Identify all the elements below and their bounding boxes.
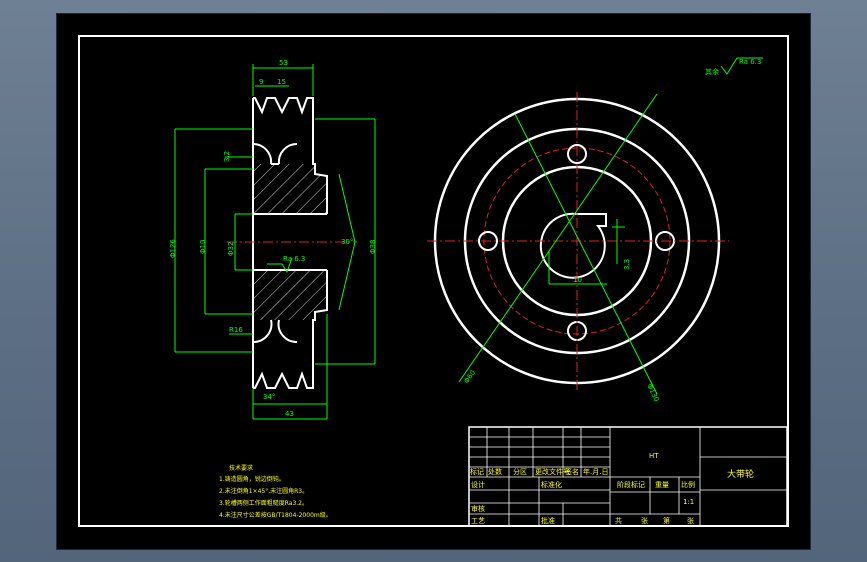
dim-hub-diameter: Φ38 bbox=[369, 240, 377, 254]
section-view: 53 9 15 3.2 Φ126 Φ10 Φ32 30° Φ38 R16 34°… bbox=[169, 59, 377, 420]
tb-process: 工艺 bbox=[471, 517, 485, 525]
groove-arc-3 bbox=[252, 319, 273, 344]
groove-arc-2 bbox=[277, 142, 298, 165]
groove-arc-1 bbox=[252, 142, 273, 165]
tb-approve: 批准 bbox=[541, 516, 555, 525]
dim-hole-circle: Φ60 bbox=[462, 369, 477, 385]
tech-line-1: 1.铸造圆角，锐边倒钝。 bbox=[219, 475, 285, 483]
tb-sign: 签名 bbox=[565, 467, 579, 476]
dim-bore: Φ32 bbox=[227, 242, 235, 256]
dim-bottom-width: 43 bbox=[285, 410, 294, 418]
title-block: HT 大带轮 标记 处数 分区 更改文件号 签名 年.月.日 设计 标准化 审核… bbox=[468, 426, 788, 527]
dim-outer-diameter: Φ126 bbox=[169, 239, 177, 258]
tech-line-4: 4.未注尺寸公差按GB/T1804-2000m级。 bbox=[219, 511, 332, 519]
roughness-note: 其余 bbox=[705, 67, 719, 76]
tech-title: 技术要求 bbox=[229, 464, 253, 472]
tb-design: 设计 bbox=[471, 480, 485, 489]
tb-review: 审核 bbox=[471, 504, 485, 513]
dim-groove-angle: 34° bbox=[263, 393, 275, 401]
tb-standardize: 标准化 bbox=[541, 480, 562, 489]
dim-pitch-diameter: Φ10 bbox=[199, 240, 207, 254]
tech-line-3: 3.轮槽两侧工作面粗糙度Ra3.2。 bbox=[219, 499, 308, 507]
dim-top-width: 53 bbox=[279, 59, 288, 67]
tb-count: 处数 bbox=[488, 467, 502, 476]
drawing-viewport[interactable]: 53 9 15 3.2 Φ126 Φ10 Φ32 30° Φ38 R16 34°… bbox=[56, 13, 811, 550]
tb-material: HT bbox=[649, 452, 659, 460]
dim-hub-angle: 30° bbox=[341, 238, 353, 246]
tb-sheet-unit-2: 张 bbox=[687, 516, 694, 525]
dim-side-note: R16 bbox=[229, 326, 243, 334]
roughness-symbol: 其余 Ra 6.3 bbox=[705, 57, 763, 76]
tb-mark: 标记 bbox=[470, 467, 484, 476]
tb-part-name: 大带轮 bbox=[727, 468, 754, 480]
dim-groove-pitch-b: 15 bbox=[277, 78, 286, 86]
tb-sheet-total: 共 bbox=[615, 516, 622, 525]
front-view: 10 3.3 Φ60 Φ130 bbox=[427, 92, 729, 403]
tb-scale-value: 1:1 bbox=[683, 498, 694, 506]
dim-keyway-width: 10 bbox=[573, 276, 582, 284]
tb-stage: 阶段标记 bbox=[617, 480, 645, 489]
dim-outer-circle: Φ130 bbox=[645, 383, 660, 403]
cad-drawing[interactable]: 53 9 15 3.2 Φ126 Φ10 Φ32 30° Φ38 R16 34°… bbox=[57, 14, 810, 549]
tech-line-2: 2.未注倒角1×45°,未注圆角R3。 bbox=[219, 487, 308, 495]
tb-date: 年.月.日 bbox=[583, 467, 608, 476]
tech-requirements: 技术要求 1.铸造圆角，锐边倒钝。 2.未注倒角1×45°,未注圆角R3。 3.… bbox=[219, 464, 332, 519]
tb-scale: 比例 bbox=[681, 480, 695, 489]
tb-sheet-unit-1: 张 bbox=[641, 516, 648, 525]
tb-weight: 重量 bbox=[655, 481, 669, 489]
dim-groove-depth: 3.2 bbox=[223, 151, 231, 162]
groove-arc-4 bbox=[277, 319, 298, 344]
dim-groove-pitch-a: 9 bbox=[259, 78, 263, 86]
dim-keyway-depth: 3.3 bbox=[623, 259, 631, 270]
tb-zone: 分区 bbox=[513, 467, 527, 476]
tb-sheet-no: 第 bbox=[663, 516, 670, 525]
bore-roughness: Ra 6.3 bbox=[283, 255, 305, 263]
roughness-value: Ra 6.3 bbox=[739, 58, 761, 66]
